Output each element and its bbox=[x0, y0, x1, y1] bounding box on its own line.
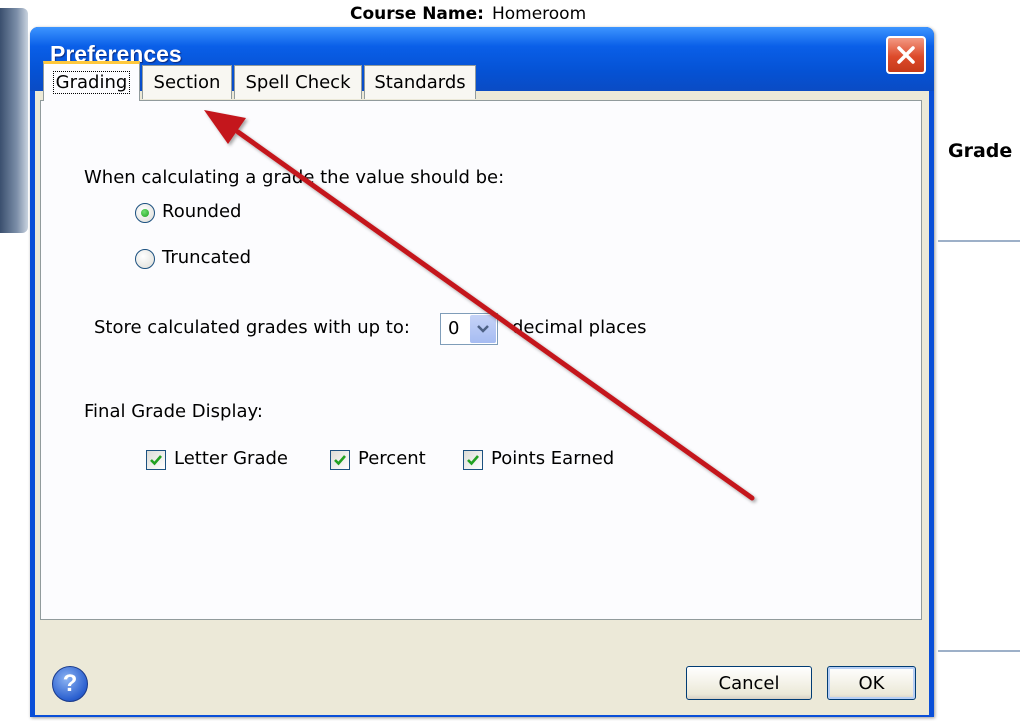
tab-standards[interactable]: Standards bbox=[364, 65, 476, 99]
percent-checkbox[interactable] bbox=[330, 450, 350, 470]
background-panel-edge bbox=[0, 8, 28, 233]
checkmark-icon bbox=[467, 455, 479, 466]
ok-button[interactable]: OK bbox=[827, 666, 916, 700]
tab-section[interactable]: Section bbox=[142, 65, 232, 99]
calculation-prompt: When calculating a grade the value shoul… bbox=[84, 167, 505, 188]
tab-grading[interactable]: Grading bbox=[43, 61, 140, 101]
tab-label: Grading bbox=[52, 71, 131, 94]
dropdown-button[interactable] bbox=[470, 315, 496, 343]
percent-label[interactable]: Percent bbox=[358, 448, 426, 469]
store-grades-label: Store calculated grades with up to: bbox=[94, 317, 410, 338]
help-icon[interactable]: ? bbox=[52, 666, 88, 702]
course-name-label: Course Name: bbox=[350, 4, 484, 24]
rounded-radio[interactable] bbox=[135, 203, 155, 223]
decimal-places-select[interactable]: 0 bbox=[440, 313, 498, 345]
truncated-label[interactable]: Truncated bbox=[162, 247, 251, 268]
course-name-heading: Course Name: Homeroom bbox=[350, 4, 586, 24]
tab-label: Section bbox=[153, 72, 221, 93]
rounded-label[interactable]: Rounded bbox=[162, 201, 241, 222]
close-icon bbox=[897, 46, 915, 64]
background-divider bbox=[938, 650, 1020, 652]
chevron-down-icon bbox=[477, 325, 489, 333]
tab-label: Spell Check bbox=[245, 72, 351, 93]
tab-label: Standards bbox=[374, 72, 466, 93]
letter-grade-checkbox[interactable] bbox=[146, 450, 166, 470]
points-earned-label[interactable]: Points Earned bbox=[491, 448, 614, 469]
letter-grade-label[interactable]: Letter Grade bbox=[174, 448, 288, 469]
background-divider bbox=[938, 240, 1020, 242]
course-name-value: Homeroom bbox=[491, 4, 587, 24]
decimal-places-value: 0 bbox=[448, 318, 460, 339]
cancel-button[interactable]: Cancel bbox=[686, 666, 812, 700]
points-earned-checkbox[interactable] bbox=[463, 450, 483, 470]
close-button[interactable] bbox=[886, 36, 926, 74]
truncated-radio[interactable] bbox=[135, 249, 155, 269]
radio-selected-dot bbox=[141, 209, 149, 217]
checkmark-icon bbox=[150, 455, 162, 466]
decimal-places-suffix: decimal places bbox=[512, 317, 647, 338]
checkmark-icon bbox=[334, 455, 346, 466]
grade-column-header: Grade bbox=[948, 140, 1013, 162]
tab-spell-check[interactable]: Spell Check bbox=[234, 65, 362, 99]
final-grade-display-label: Final Grade Display: bbox=[84, 401, 263, 422]
